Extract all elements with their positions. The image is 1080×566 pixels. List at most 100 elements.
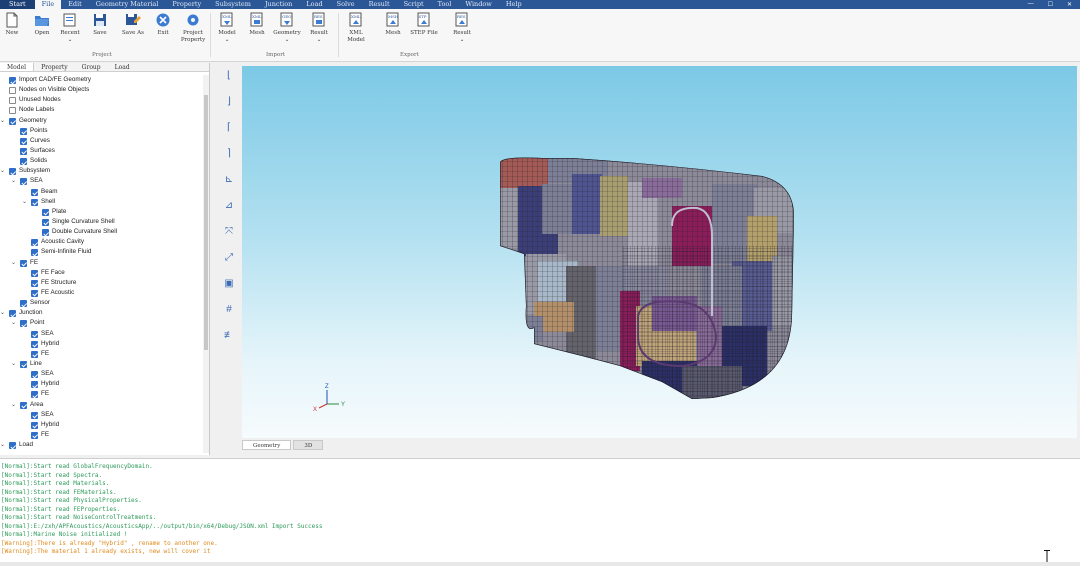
tree-item[interactable]: ⌄ Area xyxy=(0,400,203,410)
tree-item[interactable]: ⌄ Point xyxy=(0,318,203,328)
tree-checkbox[interactable] xyxy=(20,127,27,135)
tree-checkbox[interactable] xyxy=(20,137,27,145)
recent-files-button[interactable]: Recent ⌄ xyxy=(56,12,84,43)
close-icon[interactable]: ✕ xyxy=(1067,1,1072,8)
expand-chevron-icon[interactable]: ⌄ xyxy=(11,400,17,410)
fit-all-icon[interactable]: ⤢ xyxy=(222,251,236,265)
tree-item[interactable]: Unused Nodes xyxy=(0,95,203,105)
tree-checkbox[interactable] xyxy=(31,269,38,277)
tree-item[interactable]: ⌄ Shell xyxy=(0,197,203,207)
tree-item[interactable]: Hybrid xyxy=(0,379,203,389)
tree-item[interactable]: Curves xyxy=(0,136,203,146)
expand-chevron-icon[interactable]: ⌄ xyxy=(0,116,6,126)
tree-item[interactable]: FE Acoustic xyxy=(0,288,203,298)
tree-checkbox[interactable] xyxy=(31,198,38,206)
tree-item[interactable]: Hybrid xyxy=(0,420,203,430)
tree-checkbox[interactable] xyxy=(31,350,38,358)
tree-checkbox[interactable] xyxy=(20,147,27,155)
tree-item[interactable]: ⌄ FE xyxy=(0,258,203,268)
tree-checkbox[interactable] xyxy=(31,279,38,287)
minimize-icon[interactable]: — xyxy=(1028,1,1034,8)
tree-checkbox[interactable] xyxy=(20,259,27,267)
expand-chevron-icon[interactable]: ⌄ xyxy=(22,197,28,207)
tree-item[interactable]: Nodes on Visible Objects xyxy=(0,85,203,95)
export-step-file-button[interactable]: STP STEP File xyxy=(410,12,438,37)
export-xml-model-button[interactable]: XML XML Model xyxy=(342,12,370,43)
tree-item[interactable]: Node Labels xyxy=(0,105,203,115)
menu-help[interactable]: Help xyxy=(499,0,529,9)
tree-item[interactable]: FE Structure xyxy=(0,278,203,288)
tree-item[interactable]: FE Face xyxy=(0,268,203,278)
tree-item[interactable]: SEA xyxy=(0,329,203,339)
tree-checkbox[interactable] xyxy=(9,87,16,95)
tree-item[interactable]: Surfaces xyxy=(0,146,203,156)
tree-checkbox[interactable] xyxy=(31,340,38,348)
expand-chevron-icon[interactable]: ⌄ xyxy=(0,440,6,450)
tree-checkbox[interactable] xyxy=(31,249,38,257)
tree-checkbox[interactable] xyxy=(20,178,27,186)
mesh-model-canvas[interactable]: Y Z X xyxy=(242,66,1077,438)
tree-checkbox[interactable] xyxy=(31,289,38,297)
import-model-button[interactable]: XML Model ⌄ xyxy=(213,12,241,43)
menu-tool[interactable]: Tool xyxy=(431,0,459,9)
tree-checkbox[interactable] xyxy=(31,330,38,338)
tree-checkbox[interactable] xyxy=(9,168,16,176)
tree-checkbox[interactable] xyxy=(9,97,16,105)
tree-item[interactable]: FE xyxy=(0,430,203,440)
menu-edit[interactable]: Edit xyxy=(61,0,89,9)
tree-item[interactable]: Points xyxy=(0,126,203,136)
tree-item[interactable]: SEA xyxy=(0,369,203,379)
tree-item[interactable]: Hybrid xyxy=(0,339,203,349)
menu-script[interactable]: Script xyxy=(397,0,431,9)
tree-checkbox[interactable] xyxy=(20,300,27,308)
tree-checkbox[interactable] xyxy=(31,411,38,419)
tree-item[interactable]: Plate xyxy=(0,207,203,217)
expand-chevron-icon[interactable]: ⌄ xyxy=(0,166,6,176)
3d-viewport[interactable]: Y Z X xyxy=(242,66,1077,438)
expand-chevron-icon[interactable]: ⌄ xyxy=(11,176,17,186)
tab-geometry[interactable]: Geometry xyxy=(242,440,292,450)
tree-item[interactable]: Single Curvature Shell xyxy=(0,217,203,227)
tree-checkbox[interactable] xyxy=(20,401,27,409)
view-left-icon[interactable]: ⊾ xyxy=(222,173,236,187)
tab-3d[interactable]: 3D xyxy=(293,440,324,450)
tree-checkbox[interactable] xyxy=(42,229,49,237)
tab-property[interactable]: Property xyxy=(34,63,75,71)
menu-geometry-material[interactable]: Geometry Material xyxy=(89,0,166,9)
menu-file[interactable]: File xyxy=(34,0,62,9)
section-icon[interactable]: ≢ xyxy=(222,329,236,343)
tree-item[interactable]: Semi-Infinite Fluid xyxy=(0,247,203,257)
tree-checkbox[interactable] xyxy=(31,421,38,429)
menu-subsystem[interactable]: Subsystem xyxy=(208,0,258,9)
menu-result[interactable]: Result xyxy=(362,0,397,9)
export-mesh-button[interactable]: MSH Mesh xyxy=(379,12,407,37)
new-file-button[interactable]: New xyxy=(0,12,26,37)
tree-checkbox[interactable] xyxy=(42,218,49,226)
tree-checkbox[interactable] xyxy=(20,360,27,368)
screenshot-icon[interactable]: ▣ xyxy=(222,277,236,291)
tab-load[interactable]: Load xyxy=(108,63,137,71)
save-as-button[interactable]: Save As xyxy=(119,12,147,37)
exit-button[interactable]: Exit xyxy=(149,12,177,37)
tab-model[interactable]: Model xyxy=(0,63,35,71)
tree-checkbox[interactable] xyxy=(31,188,38,196)
save-button[interactable]: Save xyxy=(86,12,114,37)
tree-checkbox[interactable] xyxy=(42,208,49,216)
tree-item[interactable]: SEA xyxy=(0,410,203,420)
tree-checkbox[interactable] xyxy=(20,320,27,328)
tree-item[interactable]: Acoustic Cavity xyxy=(0,237,203,247)
view-bottom-icon[interactable]: ⌉ xyxy=(222,147,236,161)
expand-chevron-icon[interactable]: ⌄ xyxy=(11,318,17,328)
console-scrollbar[interactable] xyxy=(0,562,1080,566)
menu-load[interactable]: Load xyxy=(299,0,329,9)
tree-checkbox[interactable] xyxy=(9,310,16,318)
menu-solve[interactable]: Solve xyxy=(330,0,362,9)
tree-item[interactable]: Solids xyxy=(0,156,203,166)
open-folder-button[interactable]: Open xyxy=(28,12,56,37)
import-geometry-button[interactable]: GEO Geometry ⌄ xyxy=(273,12,301,43)
tree-checkbox[interactable] xyxy=(31,371,38,379)
maximize-icon[interactable]: ☐ xyxy=(1048,1,1053,8)
view-isometric-icon[interactable]: ⤧ xyxy=(222,225,236,239)
expand-chevron-icon[interactable]: ⌄ xyxy=(0,308,6,318)
tree-item[interactable]: FE xyxy=(0,349,203,359)
